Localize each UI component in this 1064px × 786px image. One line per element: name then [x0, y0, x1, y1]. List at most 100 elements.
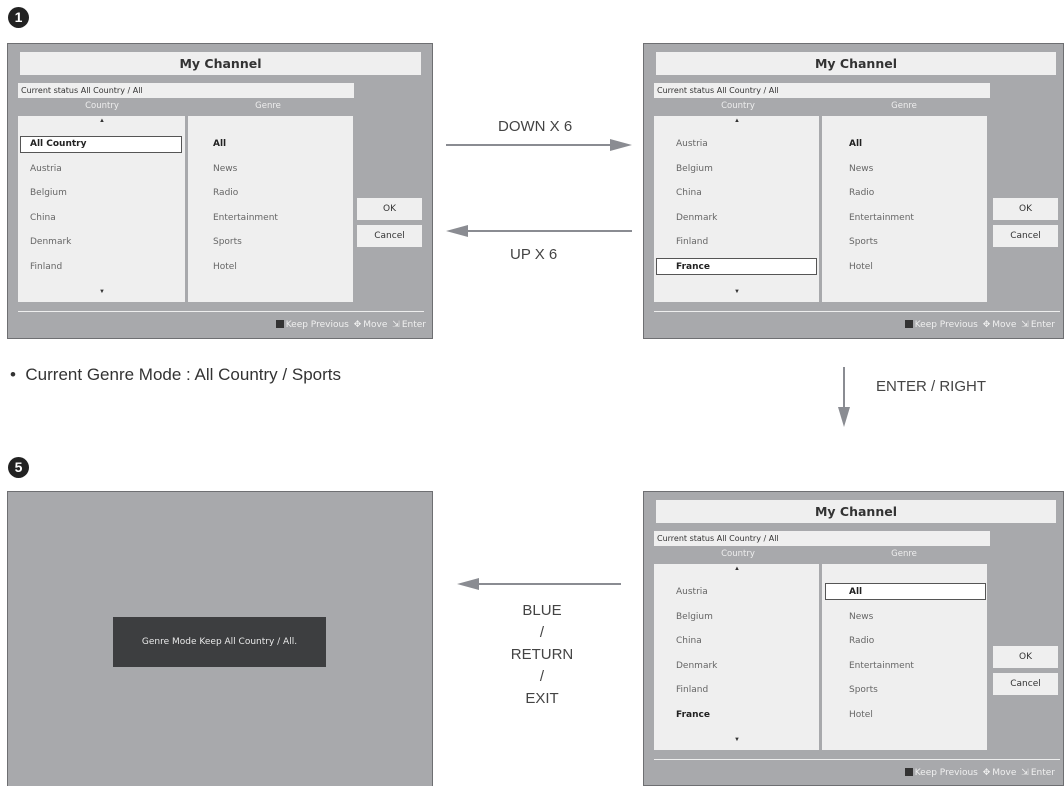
country-item[interactable]: China — [676, 636, 702, 646]
up-transition-label: UP X 6 — [510, 246, 558, 263]
genre-column-header: Genre — [891, 101, 917, 111]
country-item[interactable]: China — [30, 213, 56, 223]
bullet-note: • Current Genre Mode : All Country / Spo… — [10, 365, 341, 385]
genre-item[interactable]: Hotel — [849, 262, 873, 272]
genre-item[interactable]: All — [849, 587, 862, 597]
country-item[interactable]: Denmark — [30, 237, 71, 247]
genre-item[interactable]: Entertainment — [213, 213, 278, 223]
country-column-header: Country — [721, 101, 755, 111]
country-item[interactable]: Finland — [676, 237, 708, 247]
country-item[interactable]: Belgium — [676, 612, 713, 622]
current-genre-mode-note: Current Genre Mode : All Country / Sport… — [25, 365, 341, 384]
move-cross-icon: ✥ — [982, 768, 991, 778]
arrow-down-icon — [838, 367, 850, 427]
footer-divider — [654, 311, 1060, 312]
result-screen: Genre Mode Keep All Country / All. — [7, 491, 433, 786]
genre-item[interactable]: Radio — [849, 636, 874, 646]
country-list: ▲ Austria Belgium China Denmark Finland … — [654, 564, 819, 750]
genre-item[interactable]: Entertainment — [849, 213, 914, 223]
genre-item[interactable]: Entertainment — [849, 661, 914, 671]
triangle-down-icon[interactable]: ▼ — [734, 289, 740, 295]
enter-icon: ⇲ — [1021, 320, 1029, 330]
genre-item[interactable]: All — [213, 139, 226, 149]
screen-title: My Channel — [20, 52, 421, 75]
country-item[interactable]: All Country — [30, 139, 86, 149]
move-hint: Move — [992, 768, 1017, 778]
exit-transition-labels: BLUE / RETURN / EXIT — [482, 600, 602, 710]
triangle-up-icon[interactable]: ▲ — [99, 118, 105, 124]
screen-title: My Channel — [656, 52, 1056, 75]
move-cross-icon: ✥ — [353, 320, 362, 330]
country-item[interactable]: Austria — [676, 139, 708, 149]
separator: / — [539, 668, 545, 685]
country-item[interactable]: France — [676, 710, 710, 720]
enter-hint: Enter — [401, 320, 426, 330]
genre-item[interactable]: News — [849, 612, 873, 622]
footer-divider — [654, 759, 1060, 760]
blue-key-icon — [904, 320, 913, 328]
enter-hint: Enter — [1030, 768, 1055, 778]
step-number-badge: 1 — [8, 7, 29, 28]
current-status: Current status All Country / All — [654, 83, 990, 98]
screen-title: My Channel — [656, 500, 1056, 523]
my-channel-screen-2: My Channel Current status All Country / … — [643, 43, 1064, 339]
move-hint: Move — [992, 320, 1017, 330]
cancel-button[interactable]: Cancel — [357, 225, 422, 247]
country-list: ▲ All Country Austria Belgium China Denm… — [18, 116, 185, 302]
genre-item[interactable]: Radio — [849, 188, 874, 198]
genre-item[interactable]: Sports — [213, 237, 242, 247]
return-key-label: RETURN — [510, 646, 574, 663]
blue-key-label: BLUE — [522, 602, 562, 619]
genre-list: All News Radio Entertainment Sports Hote… — [188, 116, 353, 302]
current-status: Current status All Country / All — [18, 83, 354, 98]
footer-hints: Keep Previous ✥ Move ⇲ Enter — [275, 320, 426, 330]
move-hint: Move — [363, 320, 388, 330]
blue-key-icon — [275, 320, 284, 328]
country-column-header: Country — [85, 101, 119, 111]
enter-icon: ⇲ — [1021, 768, 1029, 778]
country-item[interactable]: Austria — [676, 587, 708, 597]
cancel-button[interactable]: Cancel — [993, 225, 1058, 247]
keep-previous-hint: Keep Previous — [914, 768, 978, 778]
genre-item[interactable]: News — [213, 164, 237, 174]
genre-item[interactable]: News — [849, 164, 873, 174]
country-item[interactable]: Belgium — [676, 164, 713, 174]
ok-button[interactable]: OK — [993, 198, 1058, 220]
arrow-right-icon — [446, 139, 632, 151]
triangle-down-icon[interactable]: ▼ — [734, 737, 740, 743]
country-item[interactable]: France — [676, 262, 710, 272]
triangle-up-icon[interactable]: ▲ — [734, 566, 740, 572]
triangle-up-icon[interactable]: ▲ — [734, 118, 740, 124]
triangle-down-icon[interactable]: ▼ — [99, 289, 105, 295]
footer-hints: Keep Previous ✥ Move ⇲ Enter — [904, 768, 1055, 778]
footer-hints: Keep Previous ✥ Move ⇲ Enter — [904, 320, 1055, 330]
genre-mode-message: Genre Mode Keep All Country / All. — [113, 617, 326, 667]
cancel-button[interactable]: Cancel — [993, 673, 1058, 695]
country-item[interactable]: China — [676, 188, 702, 198]
genre-column-header: Genre — [255, 101, 281, 111]
enter-hint: Enter — [1030, 320, 1055, 330]
genre-item[interactable]: Sports — [849, 237, 878, 247]
footer-divider — [18, 311, 424, 312]
country-item[interactable]: Denmark — [676, 213, 717, 223]
country-item[interactable]: Belgium — [30, 188, 67, 198]
genre-item[interactable]: Hotel — [849, 710, 873, 720]
blue-key-icon — [904, 768, 913, 776]
country-item[interactable]: Finland — [676, 685, 708, 695]
genre-item[interactable]: Radio — [213, 188, 238, 198]
genre-item[interactable]: Sports — [849, 685, 878, 695]
genre-item[interactable]: All — [849, 139, 862, 149]
my-channel-screen-3: My Channel Current status All Country / … — [643, 491, 1064, 786]
separator: / — [539, 624, 545, 641]
enter-right-transition-label: ENTER / RIGHT — [876, 378, 987, 395]
genre-item[interactable]: Hotel — [213, 262, 237, 272]
country-item[interactable]: Finland — [30, 262, 62, 272]
country-column-header: Country — [721, 549, 755, 559]
keep-previous-hint: Keep Previous — [285, 320, 349, 330]
country-item[interactable]: Austria — [30, 164, 62, 174]
country-item[interactable]: Denmark — [676, 661, 717, 671]
ok-button[interactable]: OK — [357, 198, 422, 220]
step-number-badge: 5 — [8, 457, 29, 478]
bullet-dot: • — [10, 365, 26, 384]
ok-button[interactable]: OK — [993, 646, 1058, 668]
